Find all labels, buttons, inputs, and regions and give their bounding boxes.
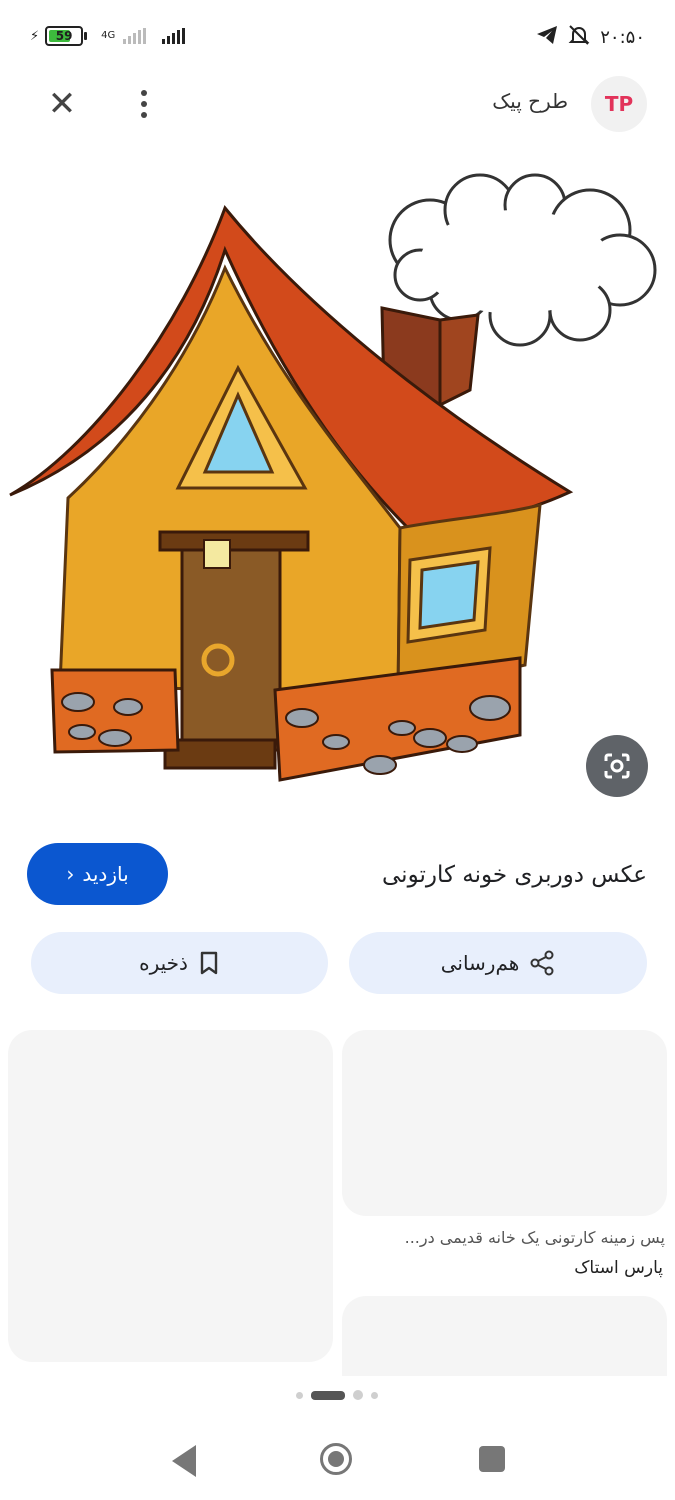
status-right: ۲۰:۵۰ [536, 24, 645, 51]
battery-icon: 59 [45, 26, 88, 46]
status-left: ⚡ 59 4G [30, 26, 186, 46]
top-bar: ✕ طرح پیک TP [0, 76, 675, 132]
visit-label: بازدید [82, 862, 129, 886]
bookmark-icon [200, 951, 218, 975]
related-result-source: پارس استاک [574, 1258, 663, 1278]
status-bar: ⚡ 59 4G ۲۰:۵۰ [0, 0, 675, 76]
related-result-card[interactable] [342, 1296, 667, 1376]
page-indicator [296, 1390, 378, 1400]
signal-icon-sim1 [123, 28, 147, 44]
lens-icon [604, 753, 630, 779]
mute-bell-icon [568, 24, 590, 51]
preview-image[interactable] [0, 150, 675, 810]
close-button[interactable]: ✕ [40, 82, 84, 126]
system-nav-bar [0, 1420, 675, 1500]
close-icon: ✕ [47, 84, 77, 124]
image-title: عکس دوربری خونه کارتونی [382, 862, 647, 888]
related-result-card[interactable] [342, 1030, 667, 1216]
site-name[interactable]: طرح پیک [492, 89, 568, 113]
site-logo-text: TP [604, 92, 634, 116]
clock: ۲۰:۵۰ [600, 27, 645, 48]
site-logo[interactable]: TP [591, 76, 647, 132]
back-icon[interactable] [172, 1445, 196, 1477]
signal-icon-sim2 [162, 28, 186, 44]
recents-icon[interactable] [479, 1446, 505, 1472]
related-result-card[interactable] [8, 1030, 333, 1362]
save-button[interactable]: ذخیره [31, 932, 328, 994]
chevron-left-icon: ‹ [66, 862, 75, 886]
network-type: 4G [101, 30, 116, 41]
telegram-icon [536, 25, 558, 50]
share-label: هم‌رسانی [440, 951, 520, 975]
share-icon [530, 950, 554, 976]
charging-icon: ⚡ [30, 28, 40, 44]
share-button[interactable]: هم‌رسانی [349, 932, 647, 994]
related-result-caption[interactable]: پس زمینه کارتونی یک خانه قدیمی در... [345, 1228, 665, 1247]
lens-search-button[interactable] [586, 735, 648, 797]
more-options-button[interactable] [122, 82, 166, 126]
home-icon[interactable] [320, 1443, 352, 1475]
save-label: ذخیره [139, 951, 188, 975]
more-vert-icon [141, 90, 147, 96]
cartoon-house-image [9, 173, 657, 782]
battery-level: 59 [55, 29, 73, 43]
visit-button[interactable]: بازدید ‹ [27, 843, 168, 905]
